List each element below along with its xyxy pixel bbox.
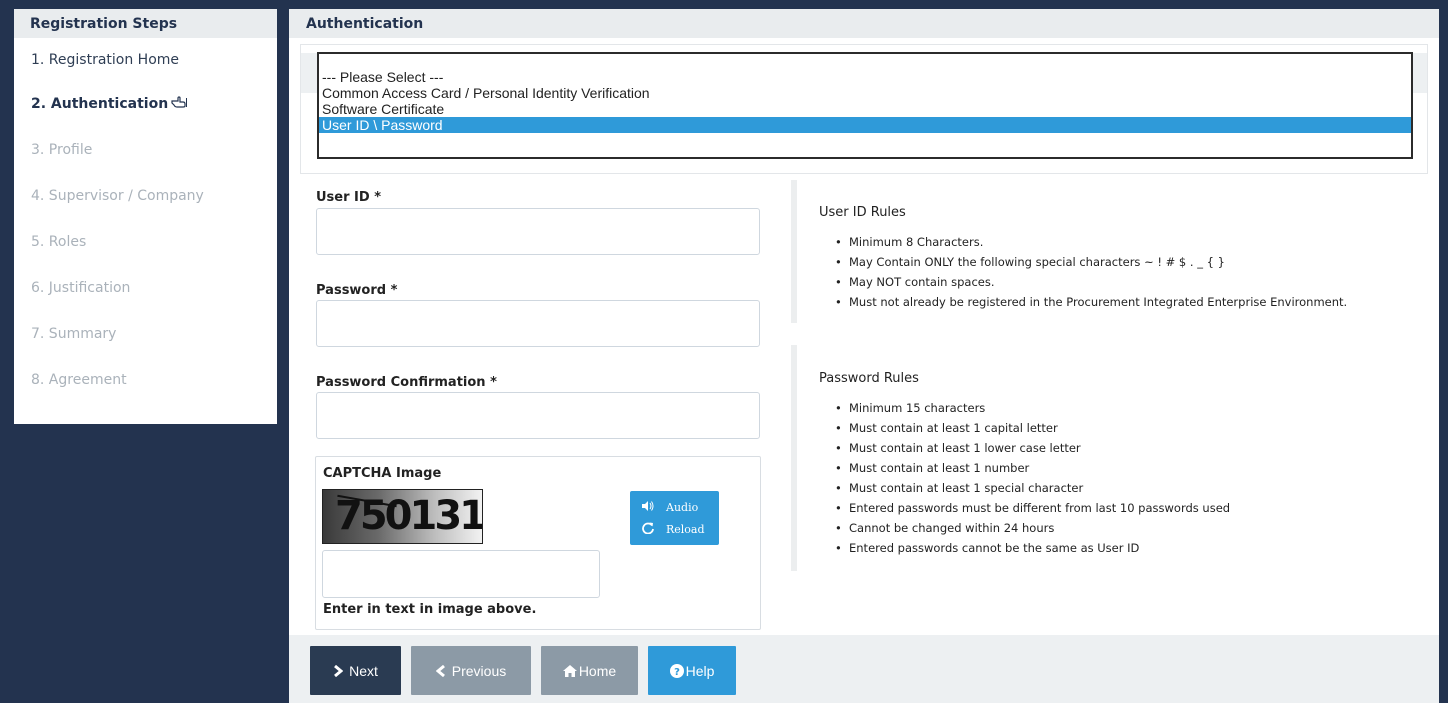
step-justification: 6. Justification: [14, 266, 277, 312]
rules-divider: [791, 180, 797, 323]
password-confirmation-input[interactable]: [316, 392, 760, 439]
step-profile: 3. Profile: [14, 128, 277, 174]
rule-item: Entered passwords must be different from…: [835, 498, 1230, 518]
auth-option-cac-piv[interactable]: Common Access Card / Personal Identity V…: [319, 85, 1411, 101]
user-id-input[interactable]: [316, 208, 760, 255]
rule-item: Must contain at least 1 special characte…: [835, 478, 1230, 498]
rule-item: Must contain at least 1 lower case lette…: [835, 438, 1230, 458]
step-label: 6. Justification: [31, 280, 131, 296]
user-id-rules-list: Minimum 8 Characters. May Contain ONLY t…: [835, 232, 1347, 312]
password-confirmation-label: Password Confirmation *: [316, 375, 497, 390]
help-label: Help: [685, 662, 715, 679]
step-label: 7. Summary: [31, 326, 117, 342]
audio-label: Audio: [666, 501, 699, 514]
rule-item: Entered passwords cannot be the same as …: [835, 538, 1230, 558]
audio-button[interactable]: Audio: [642, 501, 698, 514]
page-title: Authentication: [289, 9, 1439, 38]
rule-item: Minimum 15 characters: [835, 398, 1230, 418]
question-circle-icon: ?: [669, 663, 684, 678]
captcha-title: CAPTCHA Image: [323, 466, 442, 481]
rule-item: Minimum 8 Characters.: [835, 232, 1347, 252]
reload-icon: [642, 522, 654, 537]
rules-divider: [791, 345, 797, 571]
step-label: 4. Supervisor / Company: [31, 188, 204, 204]
captcha-hint: Enter in text in image above.: [323, 602, 537, 617]
rule-item: May Contain ONLY the following special c…: [835, 252, 1347, 272]
home-button[interactable]: Home: [541, 646, 638, 695]
step-label: 3. Profile: [31, 142, 93, 158]
rule-item: Must not already be registered in the Pr…: [835, 292, 1347, 312]
auth-option-software-certificate[interactable]: Software Certificate: [319, 101, 1411, 117]
steps-list: 1. Registration Home 2. Authentication 3…: [14, 38, 277, 404]
step-label: 5. Roles: [31, 234, 87, 250]
chevron-right-icon: [333, 664, 344, 677]
password-rules-title: Password Rules: [819, 371, 919, 386]
password-rules-list: Minimum 15 characters Must contain at le…: [835, 398, 1230, 558]
rule-item: Must contain at least 1 capital letter: [835, 418, 1230, 438]
captcha-controls: Audio Reload: [630, 491, 719, 545]
registration-steps-panel: Registration Steps 1. Registration Home …: [14, 9, 277, 424]
previous-label: Previous: [451, 662, 507, 679]
next-button[interactable]: Next: [310, 646, 401, 695]
home-icon: [562, 664, 577, 677]
step-roles: 5. Roles: [14, 220, 277, 266]
rule-item: Cannot be changed within 24 hours: [835, 518, 1230, 538]
authentication-panel: Authentication --- Please Select --- Com…: [289, 9, 1439, 703]
reload-button[interactable]: Reload: [642, 522, 705, 537]
rule-item: Must contain at least 1 number: [835, 458, 1230, 478]
step-authentication[interactable]: 2. Authentication: [14, 82, 277, 128]
rule-item: May NOT contain spaces.: [835, 272, 1347, 292]
next-label: Next: [349, 662, 378, 679]
hand-pointer-icon: [171, 96, 188, 112]
user-id-rules-title: User ID Rules: [819, 205, 906, 220]
svg-text:?: ?: [674, 667, 680, 678]
step-label: 1. Registration Home: [31, 52, 180, 68]
reload-label: Reload: [666, 523, 705, 536]
auth-option-please-select[interactable]: --- Please Select ---: [319, 69, 1411, 85]
footer-toolbar: Next Previous Home ? Help: [289, 635, 1439, 703]
auth-option-userid-password[interactable]: User ID \ Password: [319, 117, 1411, 133]
step-agreement: 8. Agreement: [14, 358, 277, 404]
auth-method-container: --- Please Select --- Common Access Card…: [300, 44, 1428, 174]
step-supervisor-company: 4. Supervisor / Company: [14, 174, 277, 220]
home-label: Home: [578, 662, 617, 679]
password-input[interactable]: [316, 300, 760, 347]
help-button[interactable]: ? Help: [648, 646, 736, 695]
auth-method-listbox[interactable]: --- Please Select --- Common Access Card…: [317, 52, 1413, 159]
captcha-box: CAPTCHA Image 750131 Audio Reload Enter …: [315, 456, 761, 630]
password-label: Password *: [316, 283, 398, 298]
captcha-image-text: 750131: [335, 493, 483, 539]
speaker-icon: [642, 501, 654, 514]
captcha-image: 750131: [322, 489, 483, 544]
captcha-input[interactable]: [322, 550, 600, 598]
previous-button[interactable]: Previous: [411, 646, 531, 695]
user-id-label: User ID *: [316, 190, 381, 205]
step-registration-home[interactable]: 1. Registration Home: [14, 38, 277, 82]
chevron-left-icon: [435, 664, 446, 677]
sidebar-title: Registration Steps: [14, 9, 277, 38]
step-label: 2. Authentication: [31, 96, 169, 112]
step-label: 8. Agreement: [31, 372, 127, 388]
step-summary: 7. Summary: [14, 312, 277, 358]
